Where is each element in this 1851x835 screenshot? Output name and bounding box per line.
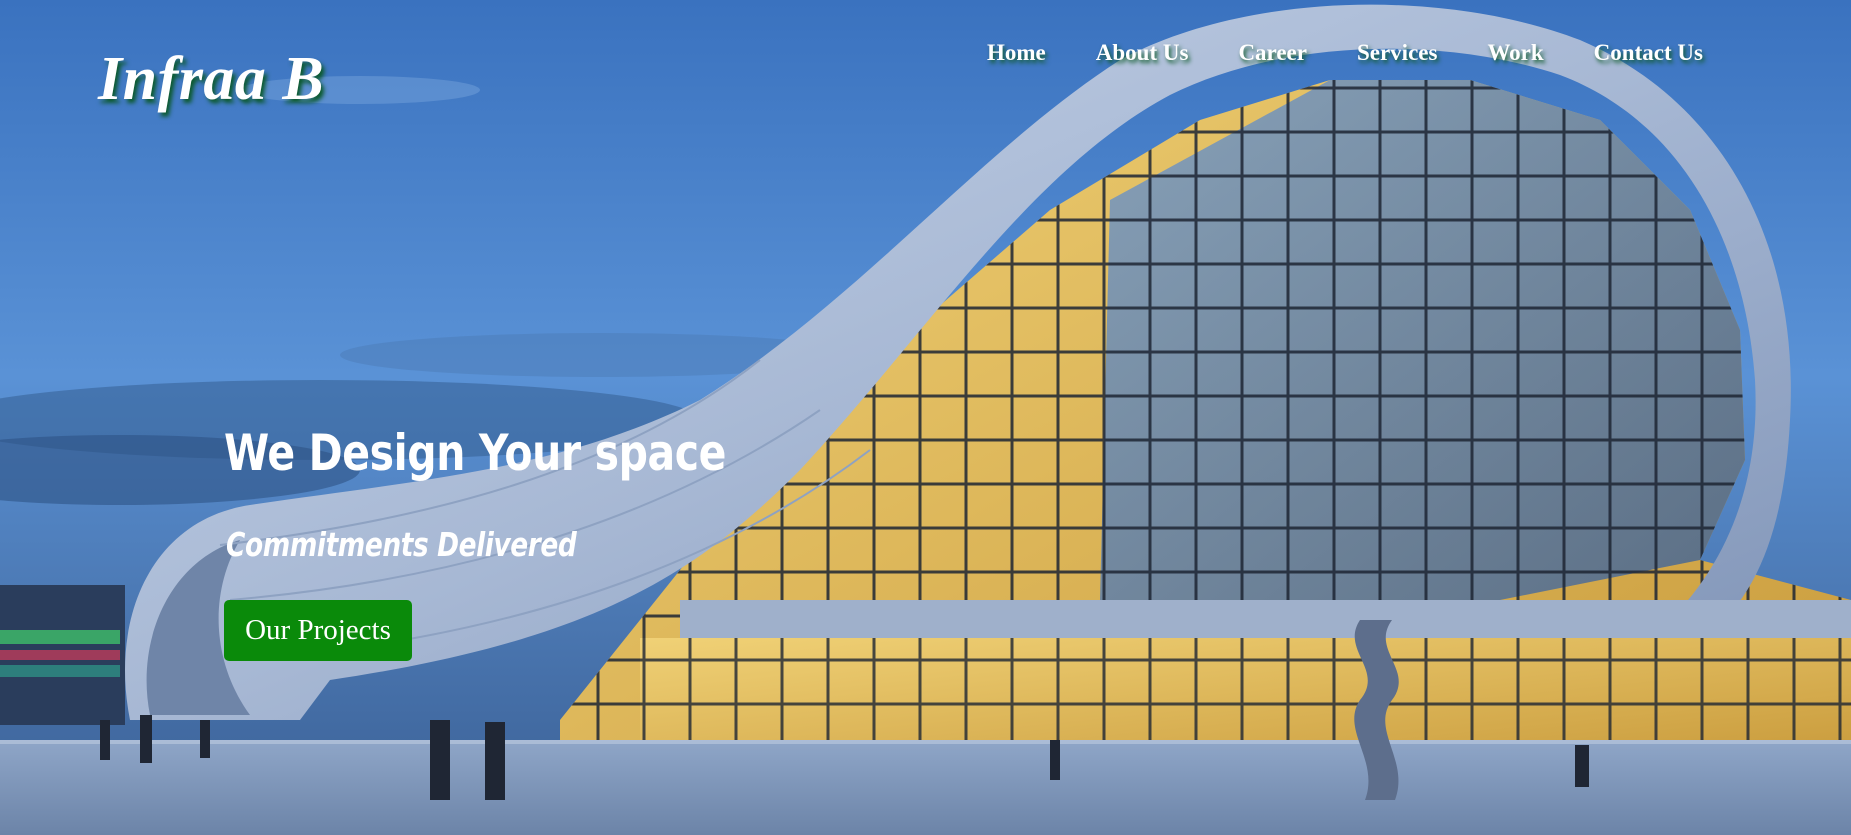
hero-background-image xyxy=(0,0,1851,835)
nav-link-career[interactable]: Career xyxy=(1238,40,1307,66)
nav-link-services[interactable]: Services xyxy=(1357,40,1437,66)
brand-logo[interactable]: Infraa B xyxy=(98,44,324,115)
nav-link-about-us[interactable]: About Us xyxy=(1096,40,1189,66)
main-navigation: Home About Us Career Services Work Conta… xyxy=(987,40,1703,66)
hero-section: Infraa B Home About Us Career Services W… xyxy=(0,0,1851,835)
nav-link-work[interactable]: Work xyxy=(1487,40,1543,66)
our-projects-button[interactable]: Our Projects xyxy=(224,600,412,661)
hero-headline: We Design Your space xyxy=(224,424,727,482)
hero-tagline: Commitments Delivered xyxy=(226,525,577,564)
nav-link-contact-us[interactable]: Contact Us xyxy=(1594,40,1703,66)
nav-link-home[interactable]: Home xyxy=(987,40,1046,66)
